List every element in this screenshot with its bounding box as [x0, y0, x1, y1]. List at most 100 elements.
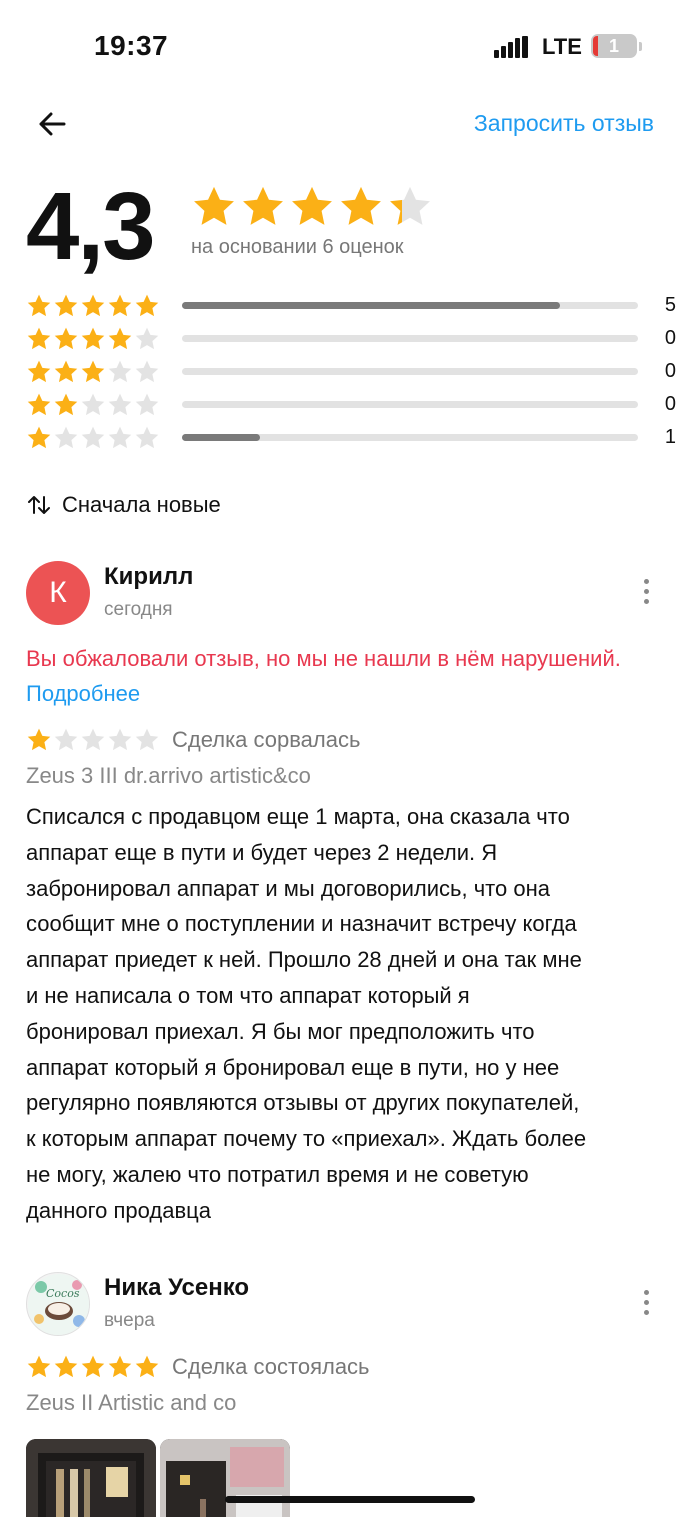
- review-text-line: бронировал приехал. Я бы мог предположит…: [26, 1018, 535, 1044]
- review-text-line: сообщит мне о поступлении и назначит вст…: [26, 911, 577, 937]
- star-icon: [54, 294, 78, 317]
- star-icon: [27, 728, 51, 751]
- review-text-line: регулярно появляются отзывы от других по…: [26, 1090, 580, 1116]
- average-rating-stars: [191, 184, 433, 230]
- more-options-icon[interactable]: [640, 579, 652, 609]
- star-icon: [292, 186, 332, 225]
- appeal-details-link[interactable]: Подробнее: [26, 681, 140, 706]
- star-icon: [135, 327, 159, 350]
- avatar[interactable]: Cocos: [26, 1272, 90, 1336]
- review-photo[interactable]: [160, 1439, 290, 1517]
- star-icon: [54, 327, 78, 350]
- sort-label: Сначала новые: [62, 492, 221, 517]
- review-text: Списался с продавцом еще 1 марта, она ск…: [26, 799, 666, 1229]
- avatar[interactable]: К: [26, 561, 90, 625]
- star-icon: [135, 728, 159, 751]
- star-icon: [135, 294, 159, 317]
- shop-logo-icon: [28, 1274, 89, 1335]
- review-text-line: Списался с продавцом еще 1 марта, она ск…: [26, 804, 570, 829]
- distribution-bar: [182, 434, 638, 441]
- star-icon: [27, 327, 51, 350]
- sort-icon: [28, 496, 50, 514]
- star-icon: [27, 360, 51, 383]
- review-rating: Сделка сорвалась: [26, 727, 360, 753]
- distribution-count: 0: [664, 393, 676, 415]
- request-review-link[interactable]: Запросить отзыв: [474, 110, 654, 137]
- star-icon: [27, 393, 51, 416]
- average-rating: 4,3: [26, 173, 155, 280]
- review-product: Zeus II Artistic and co: [26, 1390, 237, 1415]
- review-text-line: аппарат приедет к ней. Прошло 28 дней и …: [26, 947, 582, 973]
- star-icon: [108, 327, 132, 350]
- star-icon: [390, 186, 430, 225]
- star-icon: [81, 426, 105, 449]
- star-icon: [27, 426, 51, 449]
- review-text-line: аппарат еще в пути и будет через 2 недел…: [26, 839, 498, 865]
- review-text-line: аппарат который я бронировал еще в пути,…: [26, 1054, 560, 1080]
- star-icon: [243, 186, 283, 225]
- back-button[interactable]: [34, 106, 70, 142]
- star-icon: [108, 294, 132, 317]
- review-text-line: и не написала о том что аппарат который …: [26, 982, 470, 1008]
- distribution-row-2: 0: [26, 389, 676, 422]
- battery-cap: [639, 42, 642, 51]
- appeal-text: Вы обжаловали отзыв, но мы не нашли в нё…: [26, 646, 621, 671]
- review-photo[interactable]: [26, 1439, 156, 1517]
- shop-logo-text: Cocos: [46, 1287, 80, 1300]
- star-icon: [81, 327, 105, 350]
- star-icon: [108, 1355, 132, 1378]
- star-icon: [81, 393, 105, 416]
- star-icon: [135, 393, 159, 416]
- distribution-stars: [26, 392, 160, 418]
- review-card: Cocos Ника Усенко вчера Сделка состоялас…: [26, 1272, 666, 1517]
- review-author[interactable]: Кирилл: [104, 563, 193, 591]
- status-time: 19:37: [94, 30, 169, 61]
- photo-thumbnail-icon: [160, 1439, 290, 1517]
- home-indicator: [225, 1496, 475, 1503]
- star-icon: [54, 360, 78, 383]
- arrow-left-icon: [39, 112, 66, 136]
- star-icon: [81, 360, 105, 383]
- star-icon: [81, 294, 105, 317]
- status-bar: 19:37 LTE 1: [0, 0, 700, 96]
- star-icon: [135, 360, 159, 383]
- review-rating: Сделка состоялась: [26, 1354, 370, 1380]
- review-author[interactable]: Ника Усенко: [104, 1274, 249, 1302]
- star-icon: [81, 728, 105, 751]
- distribution-row-4: 0: [26, 323, 676, 356]
- distribution-stars: [26, 293, 160, 319]
- rating-basis: на основании 6 оценок: [191, 236, 404, 258]
- distribution-row-5: 5: [26, 290, 676, 323]
- sort-button[interactable]: Сначала новые: [26, 492, 221, 518]
- review-text-line: к которым аппарат почему то «приехал». Ж…: [26, 1126, 587, 1152]
- star-icon: [341, 186, 381, 225]
- deal-status: Сделка сорвалась: [172, 727, 361, 752]
- distribution-bar: [182, 401, 638, 408]
- battery-level: 1: [608, 36, 619, 56]
- star-icon: [108, 393, 132, 416]
- star-icon: [108, 728, 132, 751]
- network-type: LTE: [542, 34, 582, 59]
- distribution-stars: [26, 359, 160, 385]
- review-text-line: данного продавца: [26, 1197, 211, 1223]
- distribution-row-3: 0: [26, 356, 676, 389]
- star-icon: [27, 1355, 51, 1378]
- star-icon: [54, 393, 78, 416]
- distribution-stars: [26, 425, 160, 451]
- distribution-count: 0: [664, 360, 676, 382]
- distribution-row-1: 1: [26, 422, 676, 455]
- review-text-line: не могу, жалею что потратил время и не с…: [26, 1161, 529, 1187]
- review-card: К Кирилл сегодня Вы обжаловали отзыв, но…: [26, 561, 666, 1231]
- more-options-icon[interactable]: [640, 1290, 652, 1320]
- star-icon: [108, 426, 132, 449]
- star-icon: [81, 1355, 105, 1378]
- distribution-stars: [26, 326, 160, 352]
- star-icon: [54, 1355, 78, 1378]
- photo-thumbnail-icon: [26, 1439, 156, 1517]
- star-icon: [135, 1355, 159, 1378]
- review-stars: [26, 1354, 160, 1380]
- signal-icon: [494, 36, 530, 58]
- distribution-bar: [182, 335, 638, 342]
- review-date: вчера: [104, 1310, 155, 1331]
- review-photos: [26, 1439, 290, 1517]
